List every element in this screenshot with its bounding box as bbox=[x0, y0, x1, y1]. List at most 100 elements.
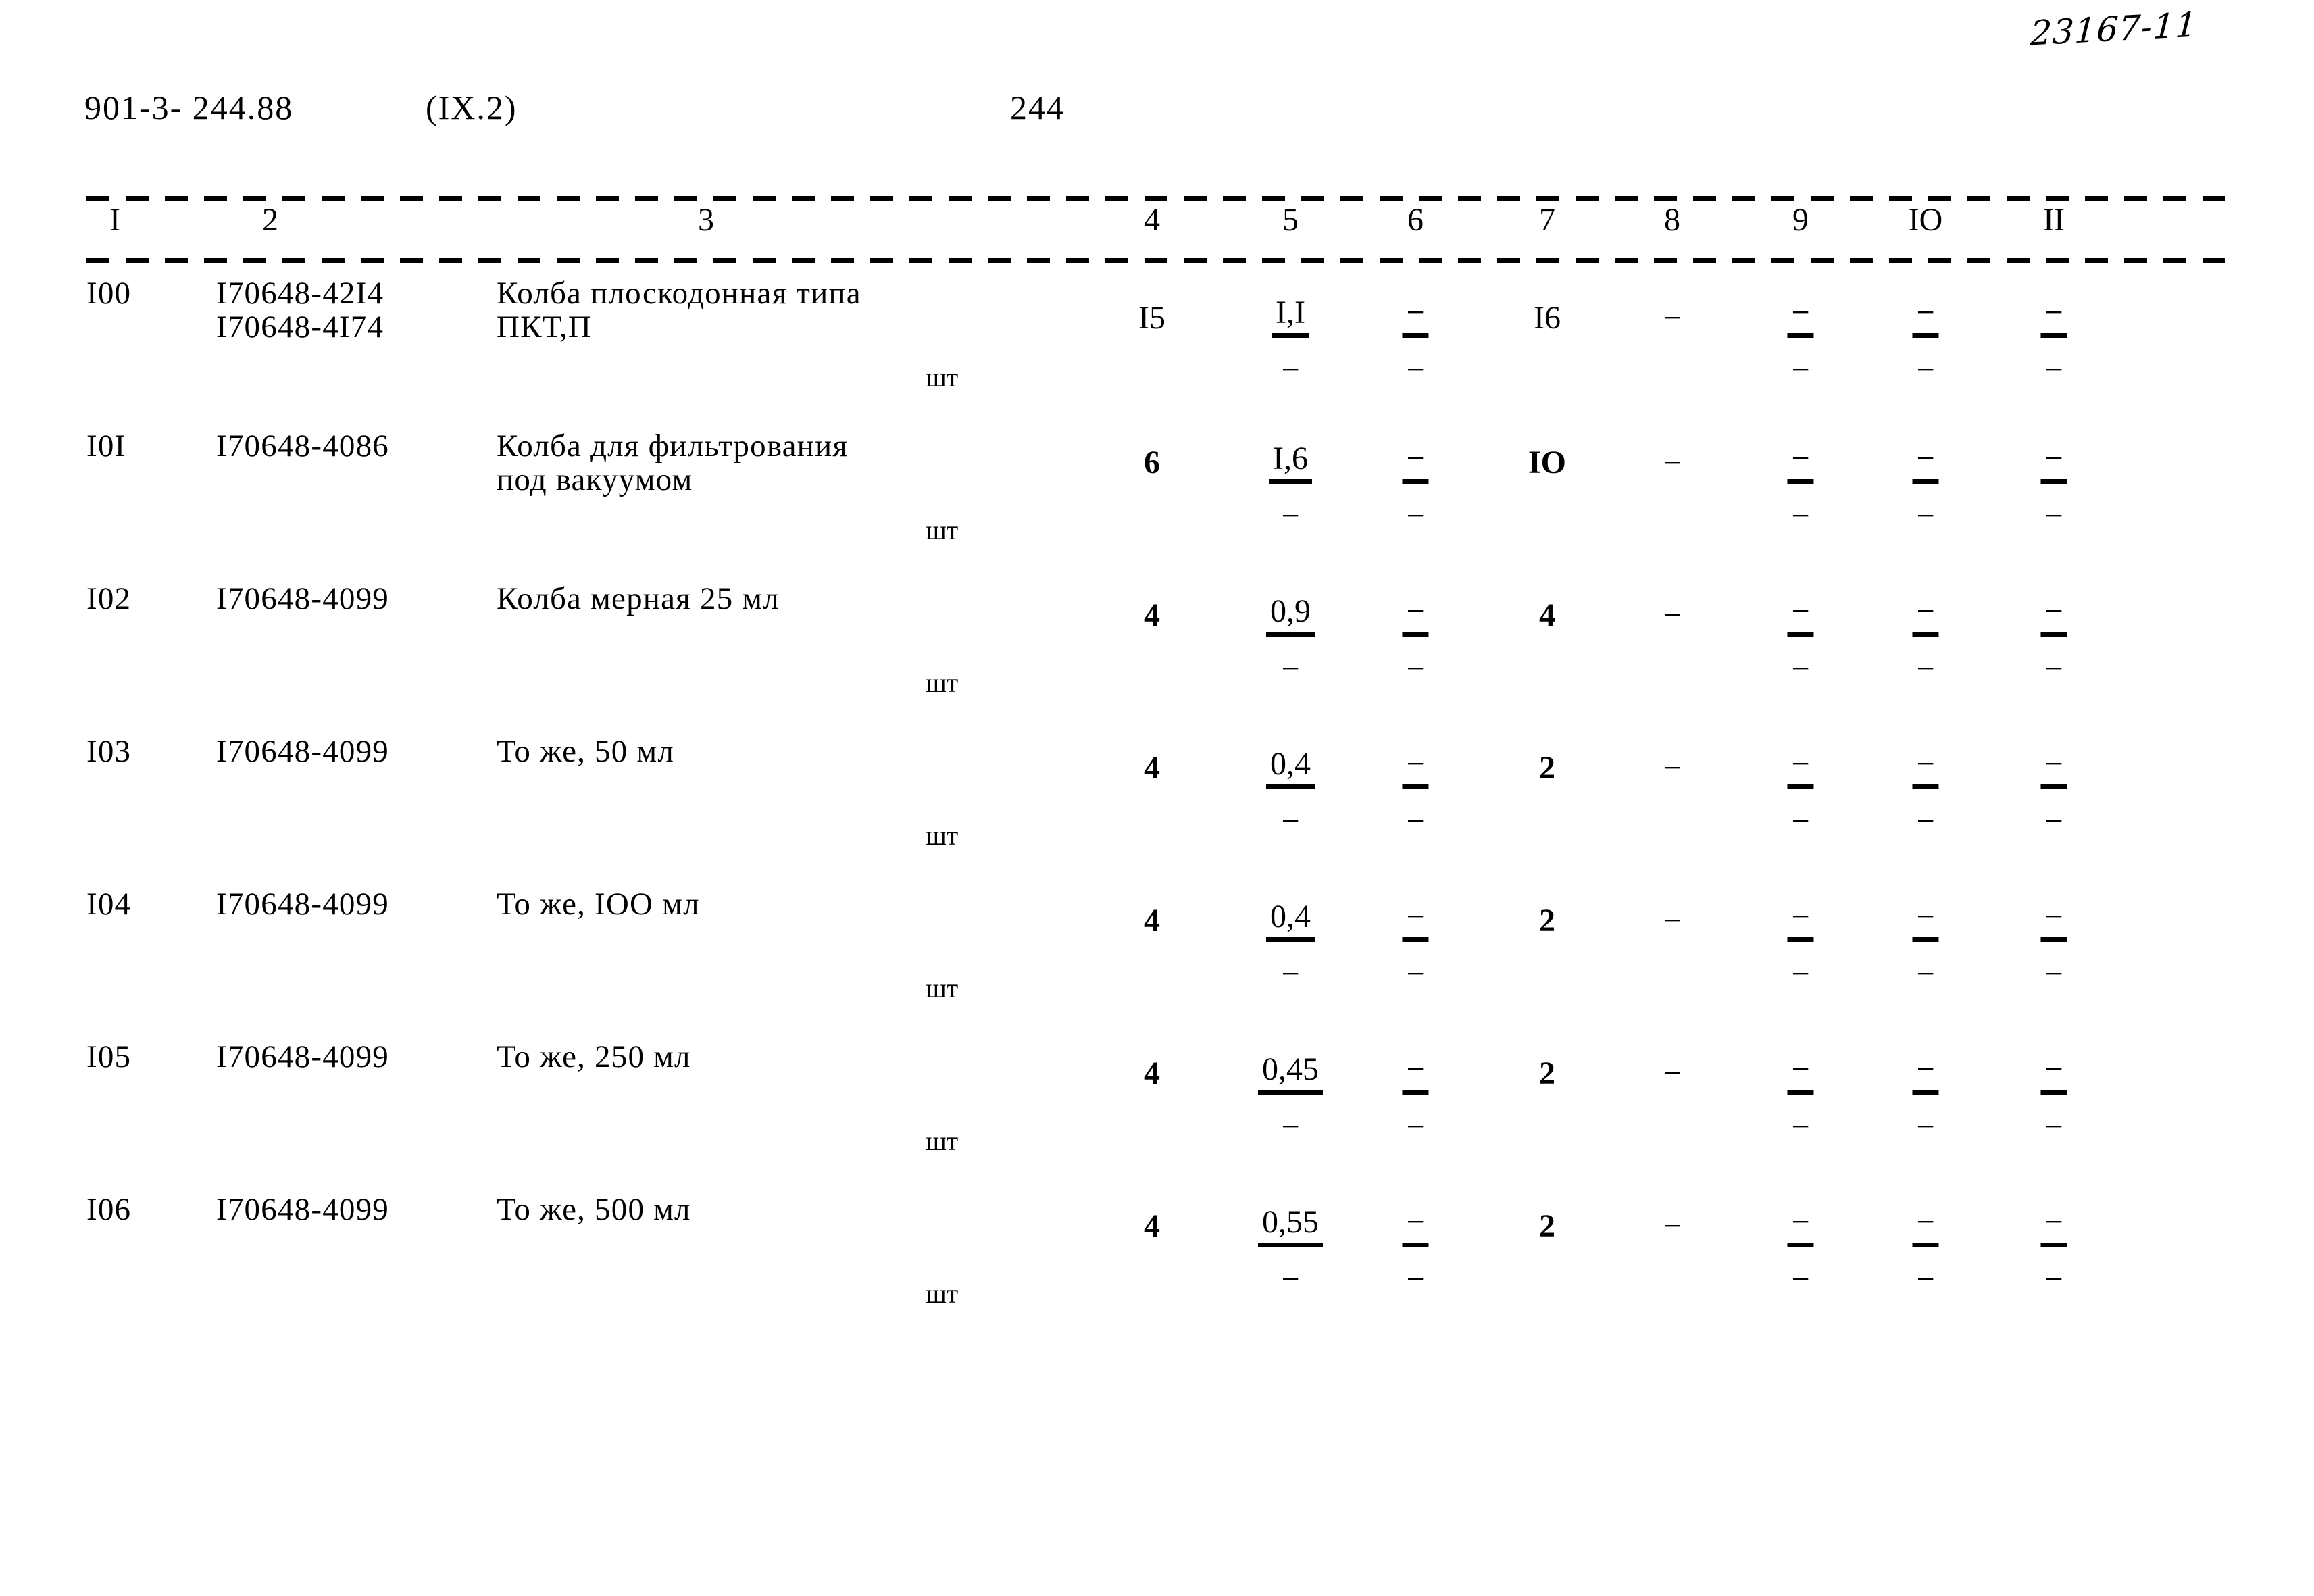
row-col5-value: 0,9 − bbox=[1266, 595, 1315, 685]
row-col6-value-numerator: − bbox=[1402, 748, 1429, 789]
row-col10-value: − − bbox=[1912, 443, 1939, 534]
row-col7-value: 4 bbox=[1539, 597, 1555, 633]
row-col11-value-denominator: − bbox=[2044, 956, 2063, 992]
row-item-name-line1: Колба плоскодонная типа bbox=[497, 276, 861, 311]
row-col6-value-numerator: − bbox=[1402, 1206, 1429, 1247]
row-col5-value-denominator: − bbox=[1281, 1262, 1300, 1297]
row-col6-value: − − bbox=[1402, 1053, 1429, 1145]
table-row: I00 I70648-42I4 I70648-4I74 Колба плоскодон… bbox=[0, 267, 2314, 420]
row-col10-value: − − bbox=[1912, 595, 1939, 687]
row-col11-value: − − bbox=[2040, 595, 2067, 685]
row-col5-value-denominator: − bbox=[1281, 956, 1300, 992]
row-col7-value: 2 bbox=[1539, 1208, 1555, 1244]
row-col9-value-denominator: − bbox=[1791, 498, 1810, 534]
table-column-number-11: II bbox=[2043, 202, 2065, 238]
row-col11-value-denominator: − bbox=[2044, 651, 2063, 687]
row-col6-value-denominator: − bbox=[1406, 1109, 1425, 1145]
row-col4-value: 6 bbox=[1144, 445, 1160, 480]
row-col9-value-denominator: − bbox=[1791, 1109, 1810, 1145]
row-item-name-line1: То же, 50 мл bbox=[497, 734, 674, 769]
row-col5-value-numerator: I,I bbox=[1272, 297, 1309, 338]
row-col9-value-numerator: − bbox=[1787, 1053, 1814, 1095]
row-col6-value: − − bbox=[1402, 748, 1429, 839]
row-unit-label: шт bbox=[926, 973, 959, 1003]
row-col5-value-denominator: − bbox=[1281, 352, 1300, 388]
row-col8-value: − bbox=[1663, 903, 1682, 939]
document-code: 901-3- 244.88 bbox=[84, 89, 294, 126]
row-col7-value: 2 bbox=[1539, 750, 1555, 786]
row-col6-value-denominator: − bbox=[1406, 1262, 1425, 1297]
table-top-rule bbox=[86, 196, 2228, 201]
row-col7-value: IO bbox=[1528, 445, 1567, 480]
row-col11-value: − − bbox=[2040, 443, 2067, 532]
row-unit-label: шт bbox=[926, 362, 959, 393]
row-col4-value: 4 bbox=[1144, 750, 1160, 786]
table-column-number-row: I 2 3 4 5 6 7 8 9 IO II bbox=[0, 201, 2314, 258]
document-section: (IX.2) bbox=[426, 89, 518, 126]
row-col6-value-denominator: − bbox=[1406, 803, 1425, 839]
row-item-code-line1: I70648-4099 bbox=[216, 1039, 390, 1074]
row-col11-value-numerator: − bbox=[2040, 297, 2067, 338]
row-col5-value-numerator: 0,4 bbox=[1266, 748, 1315, 789]
table-column-number-6: 6 bbox=[1407, 202, 1424, 238]
row-col11-value-denominator: − bbox=[2044, 352, 2063, 388]
row-col5-value: I,I − bbox=[1272, 297, 1309, 386]
row-col11-value-numerator: − bbox=[2040, 748, 2067, 789]
row-col9-value-numerator: − bbox=[1787, 748, 1814, 789]
specification-table: I 2 3 4 5 6 7 8 9 IO II I00 I70648-42I4 I70648-4I74 К… bbox=[0, 196, 2314, 1336]
table-header-bottom-rule bbox=[86, 258, 2228, 263]
row-col10-value-numerator: − bbox=[1912, 443, 1939, 484]
row-col10-value: − − bbox=[1912, 1053, 1939, 1143]
row-col9-value-numerator: − bbox=[1787, 297, 1814, 338]
row-col9-value-numerator: − bbox=[1787, 443, 1814, 484]
row-col5-value: 0,55 − bbox=[1258, 1206, 1323, 1296]
row-col9-value: − − bbox=[1787, 1053, 1814, 1145]
row-unit-label: шт bbox=[926, 1126, 959, 1156]
row-col4-value: 4 bbox=[1144, 597, 1160, 633]
row-col11-value: − − bbox=[2040, 297, 2067, 386]
row-item-name-line2: под вакуумом bbox=[497, 462, 693, 497]
table-row: I03 I70648-4099 То же, 50 мл шт 4 0,4− − −2− − − −… bbox=[0, 725, 2314, 878]
table-column-number-8: 8 bbox=[1664, 202, 1680, 238]
table-column-number-7: 7 bbox=[1539, 202, 1555, 238]
row-col6-value-denominator: − bbox=[1406, 498, 1425, 534]
row-col7-value: 2 bbox=[1539, 903, 1555, 939]
row-col10-value-denominator: − bbox=[1916, 1262, 1935, 1297]
row-col10-value: − − bbox=[1912, 1206, 1939, 1297]
row-col9-value: − − bbox=[1787, 901, 1814, 991]
handwritten-archive-number: 23167-11 bbox=[2030, 5, 2199, 53]
row-col8-value: − bbox=[1663, 445, 1682, 480]
row-position-number: I06 bbox=[86, 1192, 132, 1227]
row-col6-value-denominator: − bbox=[1406, 651, 1425, 687]
row-col6-value: − − bbox=[1402, 297, 1429, 386]
row-col8-value: − bbox=[1663, 597, 1682, 633]
row-col11-value: − − bbox=[2040, 748, 2067, 838]
table-row: I04 I70648-4099 То же, IOO мл шт 4 0,4− − −2− − −… bbox=[0, 878, 2314, 1030]
row-unit-label: шт bbox=[926, 668, 959, 698]
row-position-number: I0I bbox=[86, 428, 126, 464]
table-column-number-1: I bbox=[109, 202, 120, 238]
row-col9-value-denominator: − bbox=[1791, 803, 1810, 839]
row-col10-value-denominator: − bbox=[1916, 651, 1935, 687]
row-col6-value: − − bbox=[1402, 901, 1429, 991]
row-item-code-line1: I70648-4086 bbox=[216, 428, 390, 464]
row-col4-value: 4 bbox=[1144, 1055, 1160, 1091]
row-item-code-line1: I70648-4099 bbox=[216, 734, 390, 769]
document-page: 23167-11 901-3- 244.88 (IX.2) 244 I23456… bbox=[0, 0, 2314, 1596]
table-row: I0I I70648-4086 Колба для фильтрования под … bbox=[0, 420, 2314, 572]
row-col5-value-numerator: I,6 bbox=[1269, 443, 1312, 484]
row-col11-value-numerator: − bbox=[2040, 1053, 2067, 1095]
row-unit-label: шт bbox=[926, 515, 959, 545]
row-col10-value-numerator: − bbox=[1912, 297, 1939, 338]
row-col10-value-denominator: − bbox=[1916, 498, 1935, 534]
row-col11-value: − − bbox=[2040, 1206, 2067, 1296]
row-item-name-line2: ПКТ,П bbox=[497, 309, 592, 345]
row-col10-value-denominator: − bbox=[1916, 803, 1935, 839]
row-col7-value: 2 bbox=[1539, 1055, 1555, 1091]
table-row: I05 I70648-4099 То же, 250 мл шт 4 0,45− − −2− −… bbox=[0, 1030, 2314, 1183]
row-col8-value: − bbox=[1663, 1055, 1682, 1091]
row-col5-value-numerator: 0,45 bbox=[1258, 1053, 1323, 1095]
row-col9-value: − − bbox=[1787, 443, 1814, 534]
row-col11-value-numerator: − bbox=[2040, 901, 2067, 942]
row-col8-value: − bbox=[1663, 300, 1682, 336]
